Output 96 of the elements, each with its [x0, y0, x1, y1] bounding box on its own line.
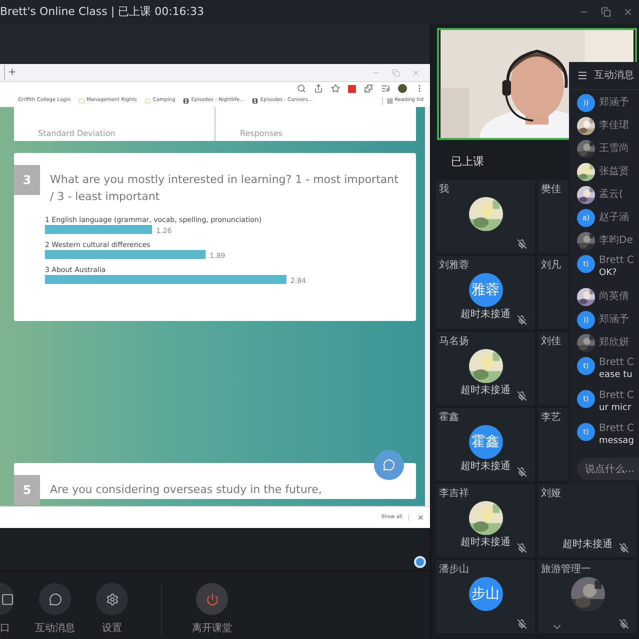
sender-name: Brett C: [599, 357, 634, 369]
connection-status: 超时未接通: [562, 538, 612, 552]
settings-icon: [106, 592, 118, 606]
participant-tile[interactable]: 我: [436, 180, 535, 253]
leave-icon: [206, 592, 218, 606]
participant-name: 霍鑫: [439, 410, 459, 425]
window-title: Brett's Online Class | 已上课 00:16:33: [0, 4, 204, 20]
close-icon[interactable]: [623, 7, 633, 17]
sender-name: 郑欣妍: [599, 337, 629, 349]
toolbar-label: 设置: [102, 622, 122, 636]
assistant-icon[interactable]: [414, 556, 426, 568]
class-status: 已上课: [451, 154, 484, 170]
message-text: messag: [599, 435, 634, 447]
participant-name: 刘凡: [541, 258, 561, 273]
toolbar-button[interactable]: [39, 583, 71, 615]
sender-name: 张益贤: [599, 166, 629, 178]
sender-name: Brett C: [599, 423, 634, 435]
participant-name: 马名扬: [439, 335, 469, 349]
toolbar-button[interactable]: [0, 583, 14, 615]
participant-name: 我: [439, 182, 449, 197]
toolbar-button[interactable]: [196, 583, 228, 615]
folder-icon: [144, 98, 151, 104]
mic-off-icon[interactable]: [517, 467, 527, 477]
sender-name: 王雪尚: [599, 143, 629, 155]
participant-name: 刘佳: [541, 334, 561, 349]
participant-tile[interactable]: 潘步山 步山: [436, 560, 535, 633]
question-text: Are you considering overseas study in the future,: [50, 482, 322, 498]
connection-status: 超时未接通: [460, 308, 510, 322]
chat-icon: [383, 459, 395, 471]
sender-name: Brett C: [599, 390, 634, 402]
extension-icon[interactable]: [348, 84, 356, 92]
film-icon: [252, 98, 258, 104]
media-icon[interactable]: [381, 84, 390, 93]
toolbar-label: 口: [0, 622, 10, 636]
question-number: 3: [14, 165, 40, 195]
sender-name: 孟云(: [599, 189, 623, 201]
mic-off-icon[interactable]: [517, 315, 527, 325]
question-number: 5: [14, 475, 40, 505]
participant-tile[interactable]: 李吉祥 超时未接通: [436, 484, 535, 557]
participant-tile[interactable]: 刘佳: [538, 332, 568, 405]
mic-off-icon[interactable]: [619, 619, 629, 629]
avatar: 霍鑫: [468, 425, 502, 459]
mic-off-icon[interactable]: [517, 619, 527, 629]
message-input[interactable]: 说点什么...: [577, 458, 639, 480]
reading-list-icon: [386, 98, 393, 104]
sender-name: 赵子涵: [599, 212, 629, 224]
stat-label: Responses: [240, 129, 283, 138]
toolbar-label: 离开课堂: [192, 622, 232, 636]
participant-name: 旅游管理一: [541, 562, 591, 577]
participant-tile[interactable]: 刘娅 超时未接通: [538, 484, 637, 557]
search-icon[interactable]: [297, 84, 306, 93]
mic-off-icon[interactable]: [517, 239, 527, 249]
chat-bubble-button[interactable]: [374, 450, 404, 480]
film-icon: [183, 98, 190, 104]
mic-off-icon[interactable]: [517, 391, 527, 401]
mic-off-icon[interactable]: [517, 543, 527, 553]
participant-name: 刘娅: [541, 486, 561, 501]
sender-name: 尚英倩: [599, 291, 629, 303]
connection-status: 超时未接通: [460, 460, 510, 474]
mic-off-icon[interactable]: [619, 543, 629, 553]
message-text: OK?: [599, 267, 617, 279]
toolbar-button[interactable]: [96, 583, 128, 615]
participant-tile[interactable]: 马名扬 超时未接通: [436, 332, 535, 405]
message-text: ur micr: [599, 402, 632, 414]
participant-name: 刘雅蓉: [439, 258, 469, 273]
avatar: 步山: [468, 577, 502, 611]
restore-icon[interactable]: [601, 7, 611, 17]
star-icon[interactable]: [331, 84, 340, 93]
sender-name: Brett C: [599, 255, 634, 267]
participant-tile[interactable]: 刘雅蓉 雅蓉 超时未接通: [436, 256, 535, 329]
participant-tile[interactable]: 李艺: [538, 408, 568, 481]
avatar: 雅蓉: [468, 273, 502, 307]
folder-icon: [78, 98, 85, 104]
toolbar-label: 互动消息: [35, 622, 75, 636]
participant-name: 李吉祥: [439, 486, 469, 501]
window-icon: [0, 592, 14, 606]
connection-status: 超时未接通: [460, 536, 510, 550]
message-text: ease tu: [599, 369, 632, 381]
new-tab-button[interactable]: +: [4, 65, 16, 80]
participant-tile[interactable]: 旅游管理一: [538, 560, 637, 633]
participant-tile[interactable]: 刘凡: [538, 256, 568, 329]
connection-status: 超时未接通: [460, 384, 510, 398]
share-icon[interactable]: [314, 84, 323, 93]
profile-icon[interactable]: [398, 84, 407, 93]
stat-label: Standard Deviation: [38, 129, 116, 138]
puzzle-icon[interactable]: [364, 84, 373, 93]
sender-name: 李昀De: [599, 235, 633, 247]
participant-tile[interactable]: 樊佳: [538, 180, 568, 253]
sender-name: 郑涵予: [599, 314, 629, 326]
participant-name: 潘步山: [439, 562, 469, 577]
chat-icon: [48, 592, 62, 606]
participant-name: 樊佳: [541, 182, 561, 197]
participant-name: 李艺: [541, 410, 561, 425]
participant-tile[interactable]: 霍鑫 霍鑫 超时未接通: [436, 408, 535, 481]
close-download-bar-button[interactable]: ×: [417, 512, 424, 524]
question-text: What are you mostly interested in learning? 1 - most important / 3 - least important: [50, 172, 400, 205]
